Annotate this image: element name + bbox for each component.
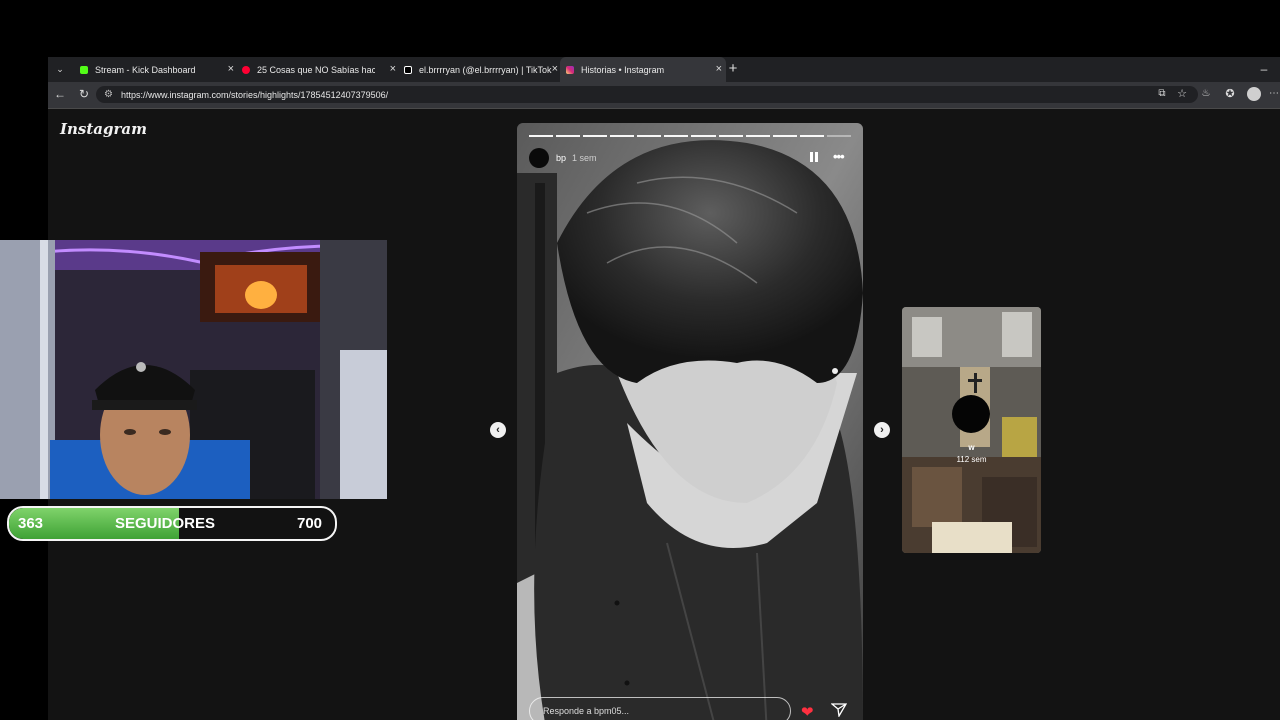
story-progress-segment: [556, 135, 581, 137]
menu-dots-icon[interactable]: ⋯: [1266, 86, 1280, 102]
reply-input[interactable]: Responde a bpm05...: [529, 697, 791, 720]
url-field[interactable]: ⚙ https://www.instagram.com/stories/high…: [96, 86, 1198, 103]
star-icon[interactable]: ☆: [1174, 86, 1190, 102]
open-in-app-icon[interactable]: ⧉: [1154, 86, 1170, 102]
pause-icon[interactable]: [809, 151, 819, 163]
next-story-preview[interactable]: w 112 sem: [902, 307, 1041, 553]
story-progress-segment: [637, 135, 662, 137]
profile-avatar-icon[interactable]: [1247, 87, 1261, 101]
webcam-feed: [0, 240, 387, 499]
follower-goal-label: SEGUIDORES: [115, 515, 216, 532]
kick-icon: [80, 65, 88, 74]
new-tab-button[interactable]: +: [725, 61, 741, 77]
avatar: [952, 395, 990, 433]
send-icon[interactable]: [831, 703, 847, 717]
story-progress-segment: [583, 135, 608, 137]
tab-label: el.brrrryan (@el.brrrryan) | TikTok: [419, 64, 552, 75]
previous-story-button[interactable]: ‹: [490, 422, 506, 438]
follower-goal-target: 700: [297, 515, 323, 532]
follower-goal-bar: 363 SEGUIDORES 700: [7, 506, 337, 541]
tab-label: 25 Cosas que NO Sabías hace 5 m: [257, 64, 375, 75]
tab-tiktok-profile[interactable]: el.brrrryan (@el.brrrryan) | TikTok ×: [398, 57, 562, 82]
preview-username: w: [968, 443, 975, 452]
tab-label: Historias • Instagram: [581, 64, 665, 75]
reload-icon[interactable]: ↻: [76, 86, 92, 102]
close-icon[interactable]: ×: [228, 63, 234, 75]
story-progress-segment: [610, 135, 635, 137]
follower-count: 363: [18, 515, 44, 532]
url-text: https://www.instagram.com/stories/highli…: [120, 89, 389, 100]
preview-timestamp: 112 sem: [956, 455, 987, 464]
story-timestamp: 1 sem: [572, 153, 597, 163]
back-arrow-icon[interactable]: ←: [52, 86, 68, 102]
close-icon[interactable]: ×: [390, 63, 396, 75]
close-icon[interactable]: ×: [552, 63, 558, 75]
tab-strip: ⌄ Stream - Kick Dashboard × 25 Cosas que…: [48, 57, 1280, 82]
next-story-button[interactable]: ›: [874, 422, 890, 438]
tab-kick-dashboard[interactable]: Stream - Kick Dashboard ×: [74, 57, 238, 82]
story-progress-segment: [826, 135, 851, 137]
site-info-icon[interactable]: ⚙: [104, 89, 113, 100]
address-bar: ← ↻ ⚙ https://www.instagram.com/stories/…: [48, 82, 1280, 109]
story-viewer[interactable]: bp 1 sem ••• Responde a bpm05... ❤: [517, 123, 863, 720]
favorites-icon[interactable]: ✪: [1222, 86, 1238, 102]
story-progress-segment: [799, 135, 824, 137]
more-options-icon[interactable]: •••: [833, 149, 845, 164]
tab-label: Stream - Kick Dashboard: [95, 64, 196, 75]
tab-search-icon[interactable]: ⌄: [52, 61, 68, 77]
tiktok-icon: [404, 65, 412, 74]
heart-icon[interactable]: ❤: [801, 703, 814, 720]
webcam-overlay: [0, 240, 387, 499]
avatar[interactable]: [529, 148, 549, 168]
story-progress-segment: [745, 135, 770, 137]
story-username[interactable]: bp: [556, 153, 566, 163]
story-progress-bar: [529, 135, 851, 137]
story-progress-segment: [772, 135, 797, 137]
youtube-icon: [242, 65, 250, 74]
story-photo: [517, 123, 863, 720]
story-progress-segment: [691, 135, 716, 137]
story-progress-segment: [718, 135, 743, 137]
instagram-icon: [566, 65, 574, 74]
story-progress-segment: [664, 135, 689, 137]
minimize-icon[interactable]: –: [1256, 61, 1272, 77]
reply-placeholder: Responde a bpm05...: [543, 706, 630, 716]
close-icon[interactable]: ×: [716, 63, 722, 75]
extensions-icon[interactable]: ♨: [1198, 86, 1214, 102]
tab-youtube-video[interactable]: 25 Cosas que NO Sabías hace 5 m ×: [236, 57, 400, 82]
story-header: bp 1 sem: [529, 147, 597, 169]
story-progress-segment: [529, 135, 554, 137]
tab-instagram-stories[interactable]: Historias • Instagram ×: [560, 57, 726, 82]
instagram-logo[interactable]: Instagram: [60, 120, 147, 138]
